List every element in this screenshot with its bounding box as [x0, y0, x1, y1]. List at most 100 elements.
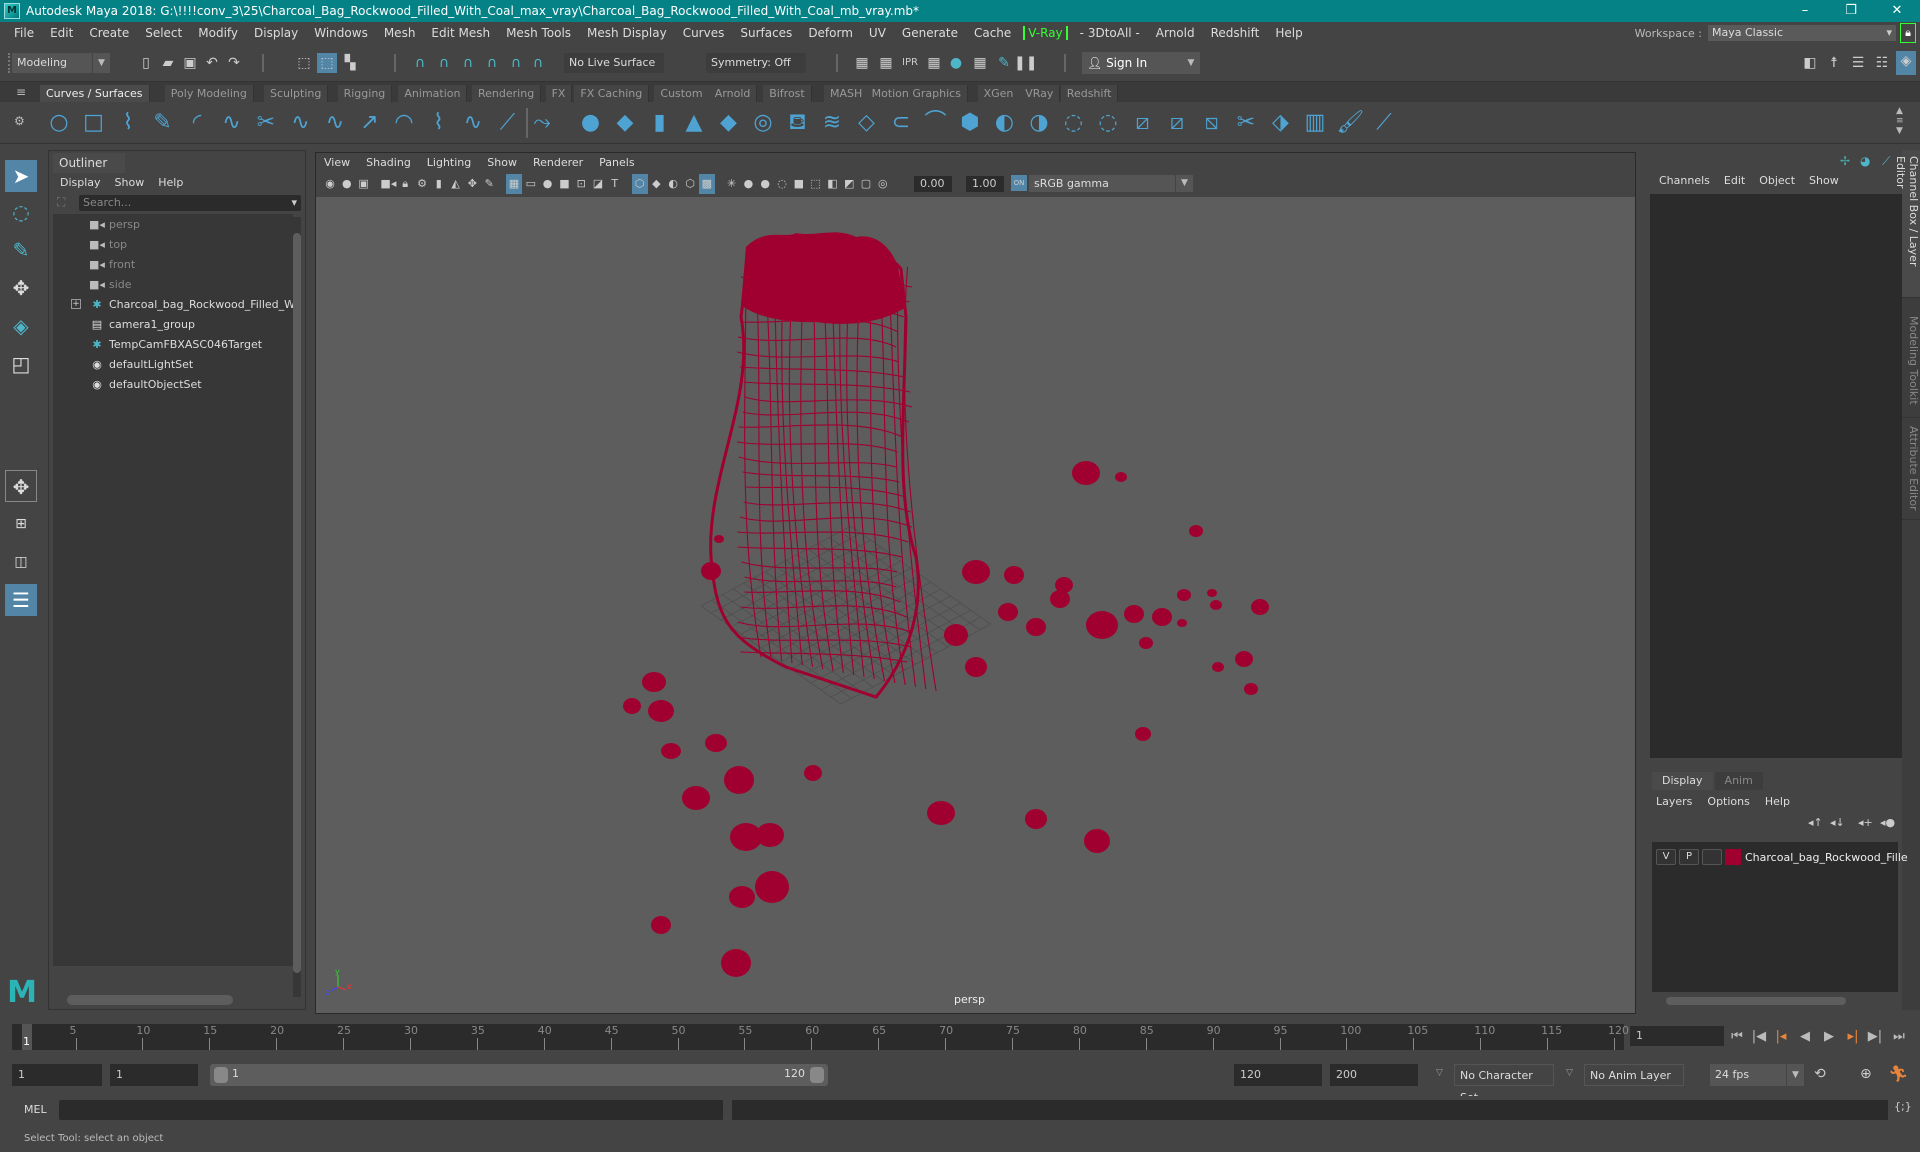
rebuild-surface-icon[interactable]: ▥	[1302, 110, 1328, 136]
lock-camera-icon[interactable]: 🔒︎	[397, 174, 413, 194]
shelf-tab-rendering[interactable]: Rendering	[472, 85, 542, 102]
smooth-shade-icon[interactable]: ◆	[648, 174, 664, 194]
render-frame-icon[interactable]: ▦	[876, 53, 896, 73]
anim-start-field[interactable]: 1	[110, 1064, 198, 1086]
shelf-tab-bifrost[interactable]: Bifrost	[763, 85, 812, 102]
shelf-tab-curves-surfaces[interactable]: Curves / Surfaces	[40, 85, 150, 102]
cv-curve-icon[interactable]: ⌇	[115, 110, 141, 136]
menu-edit-mesh[interactable]: Edit Mesh	[423, 26, 498, 40]
outliner-search-input[interactable]: Search...	[79, 195, 301, 211]
undo-icon[interactable]: ↶	[202, 53, 222, 73]
live-surface-field[interactable]: No Live Surface	[564, 53, 664, 73]
attach-curve-icon[interactable]: ∿	[288, 110, 314, 136]
new-layer-icon[interactable]: ◂+	[1858, 816, 1873, 829]
new-scene-icon[interactable]: ▯	[136, 53, 156, 73]
exposure-field[interactable]: 0.00	[914, 176, 952, 192]
anim-layer-arrow-icon[interactable]: ▽	[1566, 1068, 1573, 1078]
texture-icon[interactable]: ◎	[875, 174, 891, 194]
nurbs-torus-icon[interactable]: ◎	[750, 110, 776, 136]
command-input[interactable]	[59, 1100, 723, 1120]
play-backwards-icon[interactable]: ◀	[1796, 1028, 1814, 1046]
snap-grid-icon[interactable]: ∩	[410, 53, 430, 73]
render-view-icon[interactable]: ▦	[924, 53, 944, 73]
camera-film-icon[interactable]: ▣	[356, 174, 372, 194]
redo-icon[interactable]: ↷	[224, 53, 244, 73]
grid-icon[interactable]: ▦	[506, 174, 522, 194]
step-forward-frame-icon[interactable]: ▸|	[1844, 1028, 1862, 1046]
intersect-surface-icon[interactable]: ◑	[1026, 110, 1052, 136]
loop-icon[interactable]: ⟲	[1814, 1066, 1826, 1082]
rebuild-curve-icon[interactable]: ∿	[322, 110, 348, 136]
start-time-field[interactable]: 1	[12, 1064, 102, 1086]
step-forward-key-icon[interactable]: ▶|	[1866, 1028, 1884, 1046]
layer-color-swatch[interactable]	[1725, 849, 1741, 865]
layer-display-type-toggle[interactable]	[1702, 849, 1722, 865]
menu-display[interactable]: Display	[246, 26, 306, 40]
viewport-canvas[interactable]: y x z persp	[316, 197, 1635, 1013]
viewport-menu-lighting[interactable]: Lighting	[427, 153, 471, 173]
menu-deform[interactable]: Deform	[800, 26, 861, 40]
select-camera-icon[interactable]: ■◂	[380, 174, 396, 194]
single-perspective-layout-icon[interactable]: ✥	[5, 470, 37, 502]
maximize-button[interactable]: ❐	[1828, 0, 1874, 22]
outliner-item[interactable]: ◉ defaultObjectSet	[53, 374, 293, 394]
nurbs-plane-icon[interactable]: ◆	[716, 110, 742, 136]
open-scene-icon[interactable]: ▰	[158, 53, 178, 73]
shelf-tab-redshift[interactable]: Redshift	[1060, 85, 1119, 102]
planar-icon[interactable]: ◇	[854, 110, 880, 136]
symmetry-dropdown[interactable]: Symmetry: Off	[706, 53, 806, 73]
shelf-tab-fx[interactable]: FX	[545, 85, 573, 102]
menu-create[interactable]: Create	[81, 26, 137, 40]
image-plane-icon[interactable]: ◭	[448, 174, 464, 194]
filter-icon[interactable]: ⛶	[57, 195, 73, 211]
outliner-item[interactable]: ■◂ front	[53, 254, 293, 274]
menu-select[interactable]: Select	[137, 26, 190, 40]
mel-label[interactable]: MEL	[24, 1103, 47, 1116]
menu-3dtoall[interactable]: - 3DtoAll -	[1072, 26, 1148, 40]
layer-menu-layers[interactable]: Layers	[1656, 792, 1700, 812]
menu-mesh-display[interactable]: Mesh Display	[579, 26, 675, 40]
smooth-icon[interactable]: ⟋	[1371, 110, 1397, 136]
character-set-dropdown[interactable]: No Character Set	[1454, 1064, 1554, 1104]
revolve-icon[interactable]: ⛾	[785, 110, 811, 136]
menu-surfaces[interactable]: Surfaces	[732, 26, 800, 40]
save-scene-icon[interactable]: ▣	[180, 53, 200, 73]
human-ik-icon[interactable]: ☨	[1824, 53, 1844, 73]
shelf-tab-animation[interactable]: Animation	[398, 85, 468, 102]
fillet-curve-icon[interactable]: ⤳	[529, 110, 555, 136]
trim-tool-icon[interactable]: ◌	[1061, 110, 1087, 136]
snap-curve-icon[interactable]: ∩	[434, 53, 454, 73]
camera-attrs-icon[interactable]: ⚙	[414, 174, 430, 194]
menu-arnold[interactable]: Arnold	[1148, 26, 1203, 40]
bevel-plus-icon[interactable]: ⬢	[957, 110, 983, 136]
shelf-tab-xgen[interactable]: XGen	[977, 85, 1021, 102]
move-layer-up-icon[interactable]: ◂↑	[1808, 816, 1823, 829]
lock-icon[interactable]: 🔒︎	[1900, 23, 1916, 43]
layer-tab-display[interactable]: Display	[1652, 772, 1713, 790]
use-lights-icon[interactable]: ✳	[724, 174, 740, 194]
shelf-tab-vray[interactable]: VRay	[1019, 85, 1061, 102]
menu-modify[interactable]: Modify	[190, 26, 246, 40]
lasso-tool-icon[interactable]: ◌	[5, 196, 37, 228]
current-frame-field[interactable]: 1	[1630, 1026, 1724, 1046]
wireframe-icon[interactable]: ⬡	[631, 174, 648, 194]
resolution-gate-icon[interactable]: ●	[540, 174, 556, 194]
menu-redshift[interactable]: Redshift	[1203, 26, 1268, 40]
menu-generate[interactable]: Generate	[894, 26, 966, 40]
open-close-icon[interactable]: ⧅	[1199, 110, 1225, 136]
layer-hscrollbar[interactable]	[1652, 996, 1898, 1006]
outliner-layout-icon[interactable]: ☰	[5, 584, 37, 616]
anti-alias-icon[interactable]: ■	[791, 174, 807, 194]
step-back-frame-icon[interactable]: |◂	[1772, 1028, 1790, 1046]
default-material-icon[interactable]: ◐	[665, 174, 681, 194]
menu-help[interactable]: Help	[1267, 26, 1310, 40]
nurbs-cylinder-icon[interactable]: ▮	[647, 110, 673, 136]
auto-key-icon[interactable]: ⊕	[1860, 1066, 1872, 1082]
outliner-menu-display[interactable]: Display	[60, 173, 101, 193]
outliner-item[interactable]: ■◂ top	[53, 234, 293, 254]
wireframe-on-shaded-icon[interactable]: ⬡	[682, 174, 698, 194]
attribute-editor-icon[interactable]: ☰	[1848, 53, 1868, 73]
tool-settings-icon[interactable]: ☷	[1872, 53, 1892, 73]
anim-prefs-icon[interactable]: 🏃︎	[1888, 1064, 1908, 1083]
depth-of-field-icon[interactable]: ⬚	[808, 174, 824, 194]
